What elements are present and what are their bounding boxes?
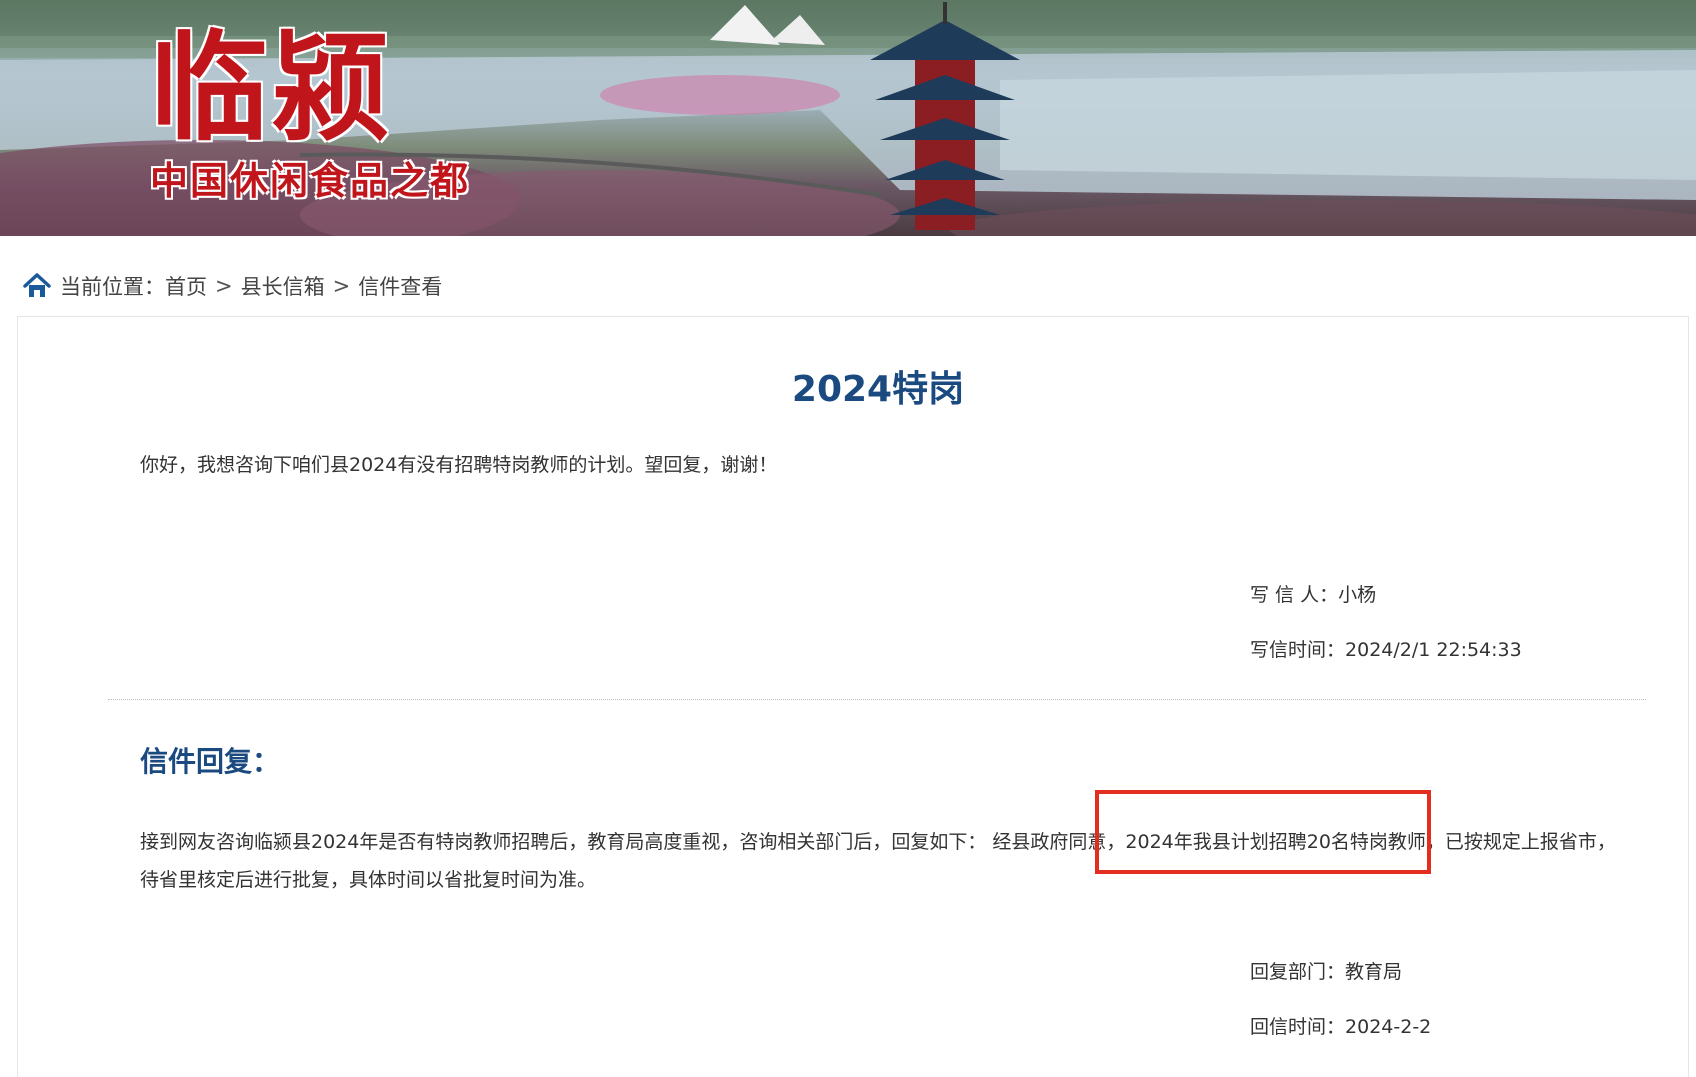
- home-icon: [23, 273, 51, 297]
- breadcrumb-item-current: 信件查看: [358, 275, 443, 299]
- logo-text: 临颍: [150, 18, 395, 157]
- letter-content: 你好，我想咨询下咱们县2024有没有招聘特岗教师的计划。望回复，谢谢！: [140, 454, 778, 476]
- letter-time-value: 2024/2/1 22:54:33: [1345, 639, 1522, 661]
- reply-time-label: 回信时间：: [1250, 1016, 1346, 1038]
- letter-title: 2024特岗: [791, 369, 965, 410]
- reply-time-value: 2024-2-2: [1345, 1016, 1432, 1038]
- breadcrumb-prefix: 当前位置：: [60, 275, 165, 299]
- breadcrumb-separator: >: [332, 274, 351, 298]
- letter-time-label: 写信时间：: [1250, 639, 1346, 661]
- letter-writer: 写 信 人：小杨: [1250, 580, 1376, 607]
- logo-slogan: 中国休闲食品之都: [150, 158, 471, 203]
- breadcrumb: 当前位置： 首页 > 县长信箱 > 信件查看: [22, 266, 442, 306]
- reply-dept-label: 回复部门：: [1250, 961, 1346, 983]
- reply-heading: 信件回复：: [140, 745, 281, 778]
- section-divider: [108, 699, 1646, 700]
- breadcrumb-separator: >: [215, 274, 233, 298]
- highlight-annotation-box: [1095, 790, 1431, 874]
- letter-time: 写信时间：2024/2/1 22:54:33: [1250, 635, 1522, 662]
- breadcrumb-item-mailbox[interactable]: 县长信箱: [241, 271, 325, 301]
- letter-panel: [17, 316, 1689, 1077]
- breadcrumb-item-home[interactable]: 首页: [165, 271, 207, 301]
- reply-dept: 回复部门：教育局: [1250, 957, 1402, 984]
- reply-dept-value: 教育局: [1345, 961, 1403, 983]
- header-banner: 临颍 中国休闲食品之都: [0, 0, 1696, 236]
- reply-time: 回信时间：2024-2-2: [1250, 1012, 1431, 1039]
- writer-label: 写 信 人：: [1250, 584, 1339, 606]
- writer-value: 小杨: [1338, 584, 1377, 606]
